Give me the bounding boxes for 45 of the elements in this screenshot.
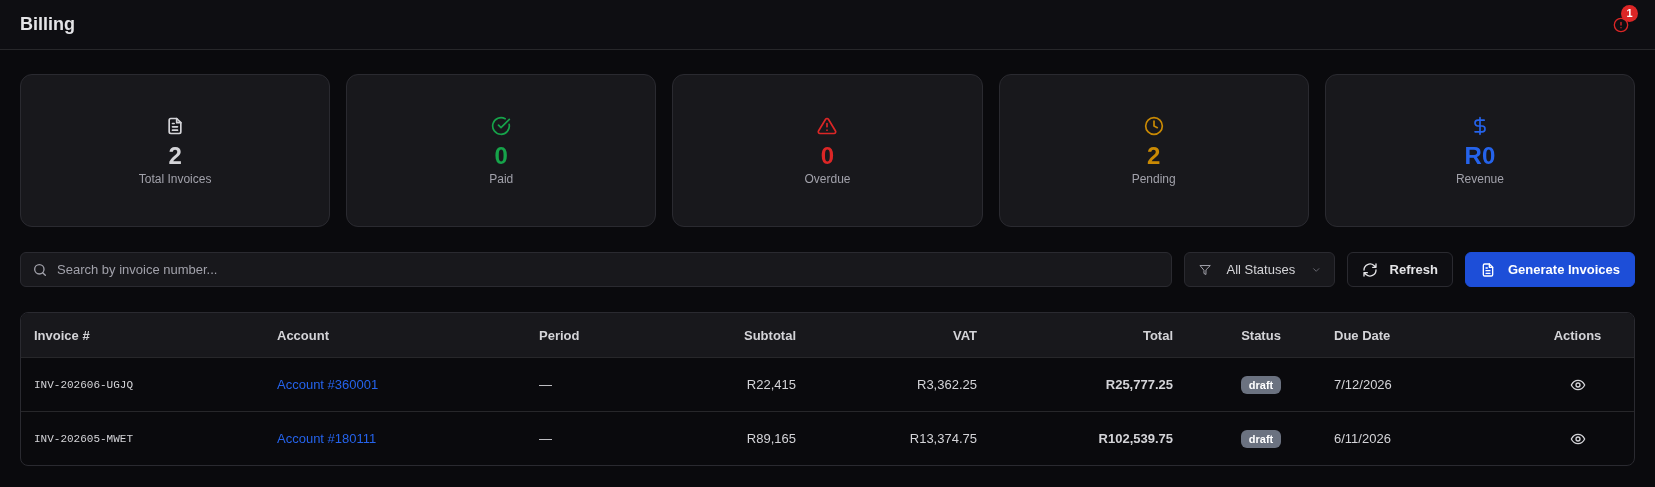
document-icon bbox=[1480, 261, 1496, 278]
subtotal-cell-text: R22,415 bbox=[745, 377, 797, 392]
page-title: Billing bbox=[20, 14, 75, 35]
column-header: Due Date bbox=[1333, 327, 1392, 343]
notification-badge: 1 bbox=[1621, 4, 1638, 22]
stat-label: Total Invoices bbox=[138, 171, 212, 186]
stat-label: Pending bbox=[1131, 171, 1176, 186]
due-date-cell-text: 6/11/2026 bbox=[1333, 431, 1392, 446]
stat-label: Paid bbox=[489, 171, 514, 186]
stat-label: Revenue bbox=[1455, 171, 1504, 186]
column-header: Actions bbox=[1552, 327, 1603, 343]
status-badge: draft bbox=[1240, 429, 1282, 448]
stat-value: 2 bbox=[1147, 141, 1161, 170]
refresh-button[interactable]: Refresh bbox=[1346, 252, 1453, 287]
column-header: Period bbox=[538, 327, 581, 343]
total-cell-text: R102,539.75 bbox=[1097, 431, 1174, 446]
column-header: VAT bbox=[951, 327, 978, 343]
search-icon bbox=[32, 262, 48, 278]
vat-cell-text: R3,362.25 bbox=[916, 377, 978, 392]
column-header: Account bbox=[276, 327, 330, 343]
stat-value: R0 bbox=[1464, 141, 1496, 170]
vat-cell-text: R13,374.75 bbox=[908, 431, 978, 446]
account-link[interactable]: Account #360001 bbox=[277, 377, 379, 392]
alert-icon bbox=[1613, 16, 1629, 33]
total-cell-text: R25,777.25 bbox=[1104, 377, 1174, 392]
invoice-number: INV-202606-UGJQ bbox=[33, 378, 135, 391]
column-header: Total bbox=[1141, 327, 1174, 343]
status-badge: draft bbox=[1240, 375, 1282, 394]
column-header: Invoice # bbox=[33, 327, 91, 343]
period-cell-text: — bbox=[538, 377, 553, 392]
search-field[interactable]: Search by invoice number... bbox=[20, 252, 1172, 287]
stat-value: 0 bbox=[820, 141, 835, 170]
due-date-cell-text: 7/12/2026 bbox=[1333, 377, 1393, 392]
stat-value: 2 bbox=[168, 141, 182, 170]
subtotal-cell-text: R89,165 bbox=[745, 431, 797, 446]
invoice-number: INV-202605-MWET bbox=[33, 432, 135, 445]
account-link[interactable]: Account #180111 bbox=[277, 431, 377, 446]
refresh-icon bbox=[1361, 261, 1378, 278]
column-header: Subtotal bbox=[743, 327, 797, 343]
stat-value: 0 bbox=[494, 141, 508, 170]
stat-label: Overdue bbox=[804, 171, 851, 186]
status-dropdown[interactable]: All Statuses bbox=[1183, 252, 1335, 287]
generate-invoices-button[interactable]: Generate Invoices bbox=[1465, 252, 1635, 287]
column-header: Status bbox=[1240, 327, 1282, 343]
period-cell-text: — bbox=[538, 431, 553, 446]
